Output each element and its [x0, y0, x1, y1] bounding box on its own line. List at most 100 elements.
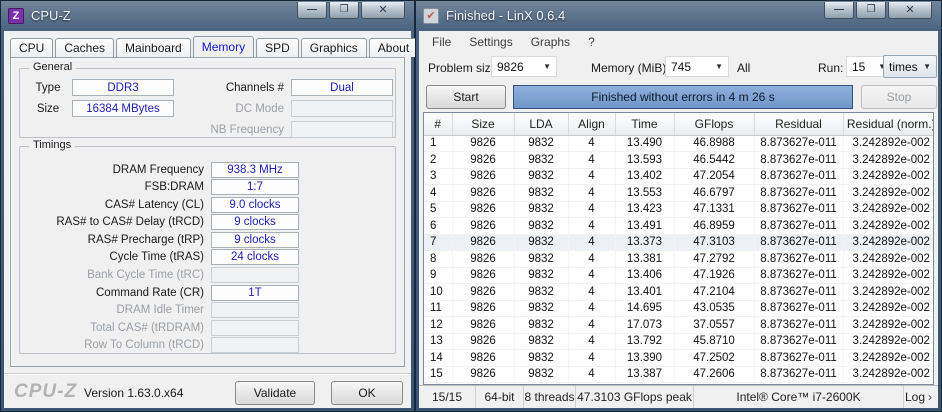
timing-label: Command Rate (CR) [24, 287, 204, 299]
table-cell: 47.2502 [674, 350, 754, 367]
cpuz-logo: CPU-Z [14, 381, 77, 403]
minimize-icon[interactable]: — [824, 2, 854, 19]
cpuz-window: Z CPU-Z — ❐ ✕ CPU Caches Mainboard Memor… [0, 0, 415, 412]
linx-table-row[interactable]: 4 9826 9832 4 13.553 46.6797 8.873627e-0… [424, 185, 934, 202]
table-cell: 47.2606 [674, 366, 754, 383]
linx-table-row[interactable]: 11 9826 9832 4 14.695 43.0535 8.873627e-… [424, 300, 934, 317]
table-cell: 4 [568, 168, 615, 185]
problem-size-combobox[interactable]: 9826 ▼ [491, 56, 557, 77]
table-cell: 4 [568, 201, 615, 218]
linx-table-row[interactable]: 13 9826 9832 4 13.792 45.8710 8.873627e-… [424, 333, 934, 350]
status-segment: Intel® Core™ i7-2600K [694, 386, 904, 408]
table-header-cell[interactable]: GFlops [674, 113, 754, 135]
chevron-down-icon: ▼ [538, 62, 551, 71]
minimize-icon[interactable]: — [297, 2, 327, 19]
table-cell: 13.390 [615, 350, 674, 367]
table-cell: 10 [424, 284, 452, 301]
status-segment: 15/15 [419, 386, 476, 408]
table-cell: 4 [568, 350, 615, 367]
table-cell: 4 [568, 135, 615, 152]
field-label: DC Mode [202, 103, 284, 115]
status-segment: 8 threads [524, 386, 576, 408]
menu-item[interactable]: Settings [460, 35, 521, 49]
linx-table-row[interactable]: 9 9826 9832 4 13.406 47.1926 8.873627e-0… [424, 267, 934, 284]
linx-controls: Problem size: 9826 ▼ Memory (MiB): 745 ▼… [419, 52, 938, 82]
linx-table-row[interactable]: 15 9826 9832 4 13.387 47.2606 8.873627e-… [424, 366, 934, 383]
table-cell: 3 [424, 168, 452, 185]
general-field-row: DC Mode [202, 98, 393, 119]
linx-table-row[interactable]: 3 9826 9832 4 13.402 47.2054 8.873627e-0… [424, 168, 934, 185]
linx-table-row[interactable]: 14 9826 9832 4 13.390 47.2502 8.873627e-… [424, 350, 934, 367]
start-button[interactable]: Start [426, 85, 506, 109]
table-cell: 8.873627e-011 [754, 350, 843, 367]
timing-value: 1T [211, 285, 299, 301]
table-cell: 4 [568, 185, 615, 202]
ok-button[interactable]: OK [331, 381, 403, 405]
general-field-row: Size 16384 MBytes [24, 98, 174, 119]
close-icon[interactable]: ✕ [888, 2, 932, 19]
timing-label: Row To Column (tRCD) [24, 339, 204, 351]
table-cell: 13.402 [615, 168, 674, 185]
run-unit-combobox[interactable]: times ▼ [883, 55, 937, 78]
table-header-cell[interactable]: LDA [514, 113, 568, 135]
table-cell: 17.073 [615, 317, 674, 334]
progress-bar: Finished without errors in 4 m 26 s [513, 85, 853, 109]
cpuz-window-controls: — ❐ ✕ [297, 2, 405, 19]
table-cell: 9826 [452, 135, 514, 152]
memory-combobox[interactable]: 745 ▼ [665, 56, 729, 77]
table-cell: 9826 [452, 267, 514, 284]
field-value: DDR3 [72, 79, 174, 96]
table-header-cell[interactable]: # [424, 113, 452, 135]
table-header-cell[interactable]: Residual (norm.) [843, 113, 934, 135]
linx-table-row[interactable]: 5 9826 9832 4 13.423 47.1331 8.873627e-0… [424, 201, 934, 218]
table-cell: 13.373 [615, 234, 674, 251]
maximize-icon[interactable]: ❐ [856, 2, 886, 19]
menu-item[interactable]: Graphs [522, 35, 579, 49]
table-cell: 13.401 [615, 284, 674, 301]
log-button[interactable]: Log› [904, 386, 938, 408]
timing-row: Bank Cycle Time (tRC) [24, 267, 391, 284]
linx-table-row[interactable]: 2 9826 9832 4 13.593 46.5442 8.873627e-0… [424, 152, 934, 169]
table-cell: 8.873627e-011 [754, 152, 843, 169]
timing-value: 1:7 [211, 179, 299, 195]
cpuz-tab[interactable]: Graphics [301, 38, 367, 57]
stop-button[interactable]: Stop [861, 85, 937, 109]
run-value: 15 [852, 60, 865, 74]
timing-label: Total CAS# (tRDRAM) [24, 322, 204, 334]
table-header-cell[interactable]: Time [615, 113, 674, 135]
table-header-cell[interactable]: Align [568, 113, 615, 135]
linx-window-controls: — ❐ ✕ [824, 2, 932, 19]
close-icon[interactable]: ✕ [361, 2, 405, 19]
linx-table-row[interactable]: 6 9826 9832 4 13.491 46.8959 8.873627e-0… [424, 218, 934, 235]
cpuz-tab[interactable]: CPU [10, 38, 53, 57]
cpuz-tab[interactable]: About [369, 38, 418, 57]
cpuz-tab[interactable]: Mainboard [116, 38, 191, 57]
table-cell: 9826 [452, 185, 514, 202]
cpuz-tab[interactable]: Caches [55, 38, 114, 57]
table-cell: 45.8710 [674, 333, 754, 350]
linx-app-icon: ✔ [423, 8, 439, 24]
linx-table-row[interactable]: 10 9826 9832 4 13.401 47.2104 8.873627e-… [424, 284, 934, 301]
menu-item[interactable]: ? [579, 35, 604, 49]
menu-item[interactable]: File [423, 35, 460, 49]
cpuz-tab[interactable]: Memory [193, 36, 254, 57]
linx-table-row[interactable]: 8 9826 9832 4 13.381 47.2792 8.873627e-0… [424, 251, 934, 268]
linx-table-row[interactable]: 7 9826 9832 4 13.373 47.3103 8.873627e-0… [424, 234, 934, 251]
field-value [291, 100, 393, 117]
linx-table-row[interactable]: 12 9826 9832 4 17.073 37.0557 8.873627e-… [424, 317, 934, 334]
table-cell: 3.242892e-002 [843, 152, 934, 169]
problem-size-label: Problem size: [428, 61, 501, 75]
table-cell: 8.873627e-011 [754, 201, 843, 218]
progress-text: Finished without errors in 4 m 26 s [591, 90, 774, 104]
linx-table-row[interactable]: 1 9826 9832 4 13.490 46.8988 8.873627e-0… [424, 135, 934, 152]
timings-rows: DRAM Frequency 938.3 MHz FSB:DRAM 1:7 CA… [24, 161, 391, 355]
cpuz-tab[interactable]: SPD [256, 38, 299, 57]
chevron-down-icon: ▼ [918, 62, 931, 71]
table-header-cell[interactable]: Size [452, 113, 514, 135]
validate-button[interactable]: Validate [235, 381, 315, 405]
timing-row: DRAM Frequency 938.3 MHz [24, 161, 391, 178]
table-header-cell[interactable]: Residual [754, 113, 843, 135]
table-cell: 13.387 [615, 366, 674, 383]
maximize-icon[interactable]: ❐ [329, 2, 359, 19]
table-cell: 9826 [452, 152, 514, 169]
